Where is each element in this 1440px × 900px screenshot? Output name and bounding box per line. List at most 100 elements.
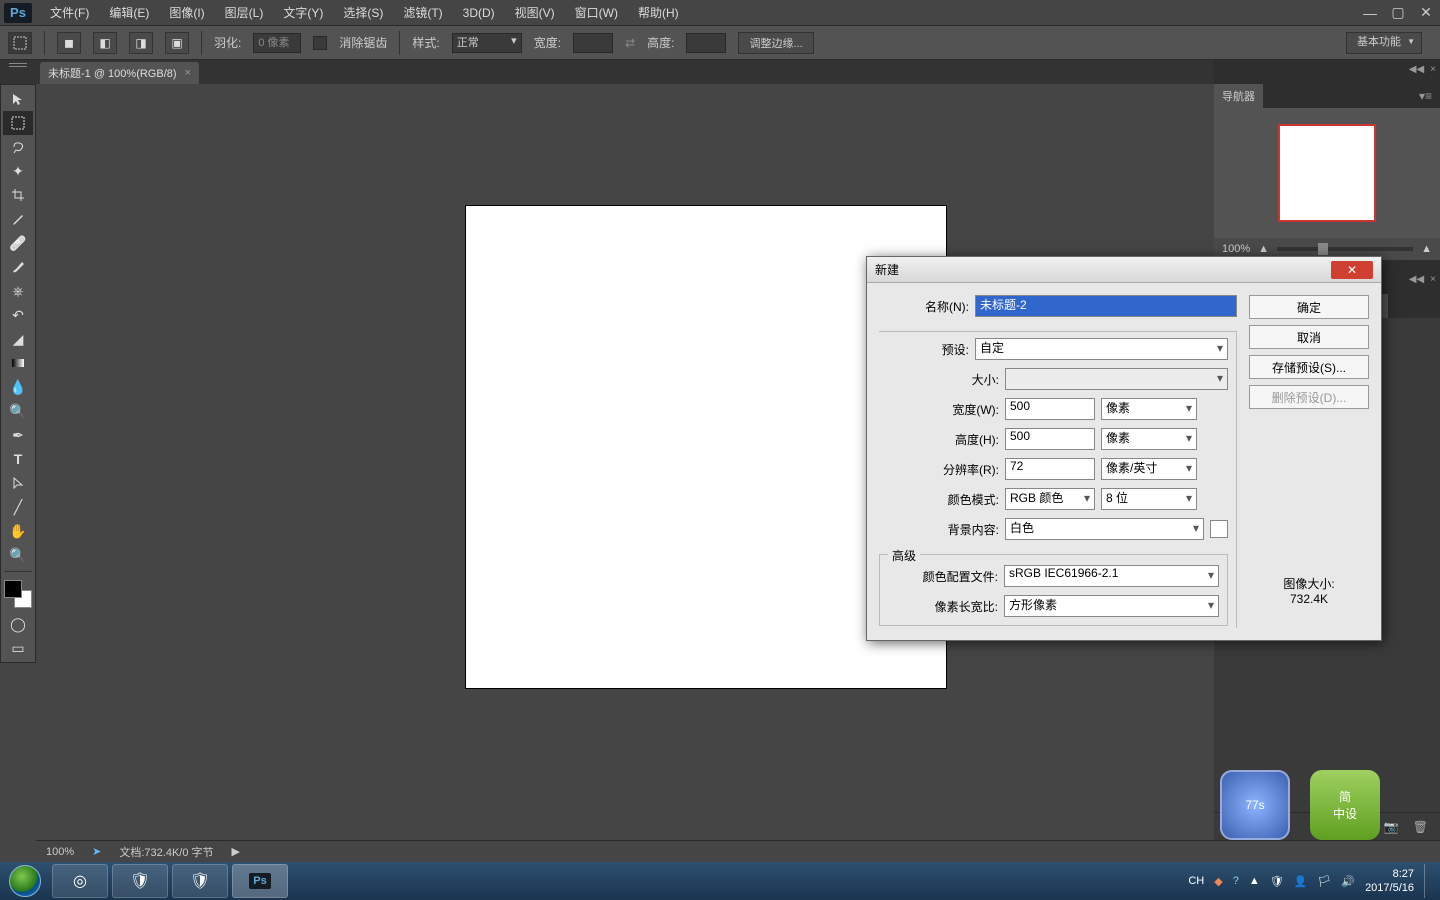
swap-icon[interactable]: ⇄ — [625, 36, 635, 50]
maximize-button[interactable]: ▢ — [1384, 3, 1412, 23]
preset-select[interactable]: 自定 — [975, 338, 1228, 360]
minimize-button[interactable]: ― — [1356, 3, 1384, 23]
taskbar-app-security-2[interactable]: 🛡 — [172, 864, 228, 898]
add-selection-icon[interactable]: ◧ — [93, 32, 117, 54]
move-tool[interactable] — [3, 87, 33, 111]
advanced-label[interactable]: 高级 — [888, 547, 920, 564]
dodge-tool[interactable]: 🔍 — [3, 399, 33, 423]
status-zoom[interactable]: 100% — [46, 846, 74, 858]
panel-menu-icon[interactable]: ▾≡ — [1419, 89, 1432, 103]
close-tab-icon[interactable]: × — [185, 67, 191, 79]
height-unit-select[interactable]: 像素 — [1101, 428, 1197, 450]
style-select[interactable]: 正常▾ — [452, 33, 522, 53]
close-button[interactable]: ✕ — [1412, 3, 1440, 23]
height-input[interactable]: 500 — [1005, 428, 1095, 450]
tray-shield-icon[interactable]: 🛡 — [1270, 875, 1284, 888]
new-selection-icon[interactable]: ◼ — [57, 32, 81, 54]
antialias-checkbox[interactable] — [313, 36, 327, 50]
name-input[interactable]: 未标题-2 — [975, 295, 1237, 317]
ime-indicator[interactable]: CH — [1188, 875, 1204, 887]
stamp-tool[interactable]: ⎈ — [3, 279, 33, 303]
taskbar-app-security[interactable]: 🛡 — [112, 864, 168, 898]
line-tool[interactable]: ╱ — [3, 495, 33, 519]
document-tab[interactable]: 未标题-1 @ 100%(RGB/8) × — [40, 62, 199, 84]
collapse-icon[interactable]: ◀◀ — [1409, 274, 1424, 285]
gradient-tool[interactable] — [3, 351, 33, 375]
background-select[interactable]: 白色 — [1005, 518, 1204, 540]
menu-filter[interactable]: 滤镜(T) — [393, 0, 452, 25]
foreground-background-swatches[interactable] — [4, 580, 32, 608]
tray-flag-icon[interactable]: 🏳 — [1317, 875, 1331, 888]
bit-depth-select[interactable]: 8 位 — [1101, 488, 1197, 510]
healing-brush-tool[interactable]: 🩹 — [3, 231, 33, 255]
width-unit-select[interactable]: 像素 — [1101, 398, 1197, 420]
desktop-widget-1[interactable]: 77s — [1220, 770, 1290, 840]
menu-image[interactable]: 图像(I) — [159, 0, 214, 25]
ok-button[interactable]: 确定 — [1249, 295, 1369, 319]
camera-icon[interactable]: 📷 — [1384, 820, 1399, 834]
show-desktop-button[interactable] — [1424, 864, 1432, 898]
eyedropper-tool[interactable] — [3, 207, 33, 231]
workspace-select[interactable]: 基本功能 — [1346, 32, 1422, 54]
type-tool[interactable]: T — [3, 447, 33, 471]
pixel-aspect-select[interactable]: 方形像素 — [1004, 595, 1219, 617]
menu-view[interactable]: 视图(V) — [505, 0, 565, 25]
dialog-titlebar[interactable]: 新建 ✕ — [867, 257, 1381, 283]
menu-edit[interactable]: 编辑(E) — [99, 0, 159, 25]
taskbar-app-photoshop[interactable]: Ps — [232, 864, 288, 898]
tray-user-icon[interactable]: 👤 — [1294, 875, 1308, 888]
close-panel-icon[interactable]: × — [1430, 64, 1436, 75]
zoom-tool[interactable]: 🔍 — [3, 543, 33, 567]
resolution-unit-select[interactable]: 像素/英寸 — [1101, 458, 1197, 480]
dialog-close-button[interactable]: ✕ — [1331, 261, 1373, 279]
tray-icon[interactable]: ◆ — [1214, 875, 1222, 888]
navigator-preview[interactable] — [1214, 108, 1440, 238]
path-selection-tool[interactable] — [3, 471, 33, 495]
navigator-zoom-slider[interactable] — [1277, 247, 1413, 251]
close-panel-icon[interactable]: × — [1430, 274, 1436, 285]
menu-help[interactable]: 帮助(H) — [628, 0, 689, 25]
menu-window[interactable]: 窗口(W) — [565, 0, 628, 25]
resolution-input[interactable]: 72 — [1005, 458, 1095, 480]
magic-wand-tool[interactable]: ✦ — [3, 159, 33, 183]
history-brush-tool[interactable]: ↶ — [3, 303, 33, 327]
quick-mask-icon[interactable]: ◯ — [3, 612, 33, 636]
eraser-tool[interactable]: ◢ — [3, 327, 33, 351]
menu-type[interactable]: 文字(Y) — [273, 0, 333, 25]
desktop-widget-2[interactable]: 简中设 — [1310, 770, 1380, 840]
status-doc-size[interactable]: 文档:732.4K/0 字节 — [119, 844, 213, 860]
refine-edge-button[interactable]: 调整边缘... — [738, 32, 813, 54]
cancel-button[interactable]: 取消 — [1249, 325, 1369, 349]
taskbar-app-browser[interactable]: ◎ — [52, 864, 108, 898]
crop-tool[interactable] — [3, 183, 33, 207]
background-swatch[interactable] — [1210, 520, 1228, 538]
tray-icon[interactable]: ? — [1233, 875, 1239, 887]
marquee-tool[interactable] — [3, 111, 33, 135]
color-profile-select[interactable]: sRGB IEC61966-2.1 — [1004, 565, 1219, 587]
tray-clock[interactable]: 8:27 2017/5/16 — [1365, 867, 1414, 895]
pen-tool[interactable]: ✒ — [3, 423, 33, 447]
trash-icon[interactable]: 🗑 — [1413, 820, 1428, 834]
save-preset-button[interactable]: 存储预设(S)... — [1249, 355, 1369, 379]
blur-tool[interactable]: 💧 — [3, 375, 33, 399]
tray-volume-icon[interactable]: 🔊 — [1341, 875, 1355, 888]
menu-file[interactable]: 文件(F) — [40, 0, 99, 25]
feather-input[interactable]: 0 像素 — [253, 33, 301, 53]
zoom-in-icon[interactable]: ▲ — [1421, 243, 1432, 255]
zoom-out-icon[interactable]: ▲ — [1258, 243, 1269, 255]
navigator-tab[interactable]: 导航器 — [1214, 84, 1263, 108]
toolbox-grip[interactable] — [0, 60, 36, 70]
intersect-selection-icon[interactable]: ▣ — [165, 32, 189, 54]
tool-preset-icon[interactable] — [8, 32, 32, 54]
status-play-icon[interactable]: ▶ — [232, 845, 240, 858]
collapse-icon[interactable]: ◀◀ — [1409, 64, 1424, 75]
status-arrow-icon[interactable]: ➤ — [92, 845, 101, 858]
color-mode-select[interactable]: RGB 颜色 — [1005, 488, 1095, 510]
brush-tool[interactable] — [3, 255, 33, 279]
hand-tool[interactable]: ✋ — [3, 519, 33, 543]
menu-3d[interactable]: 3D(D) — [453, 2, 505, 24]
lasso-tool[interactable] — [3, 135, 33, 159]
start-button[interactable] — [0, 862, 50, 900]
menu-select[interactable]: 选择(S) — [333, 0, 393, 25]
width-input[interactable]: 500 — [1005, 398, 1095, 420]
